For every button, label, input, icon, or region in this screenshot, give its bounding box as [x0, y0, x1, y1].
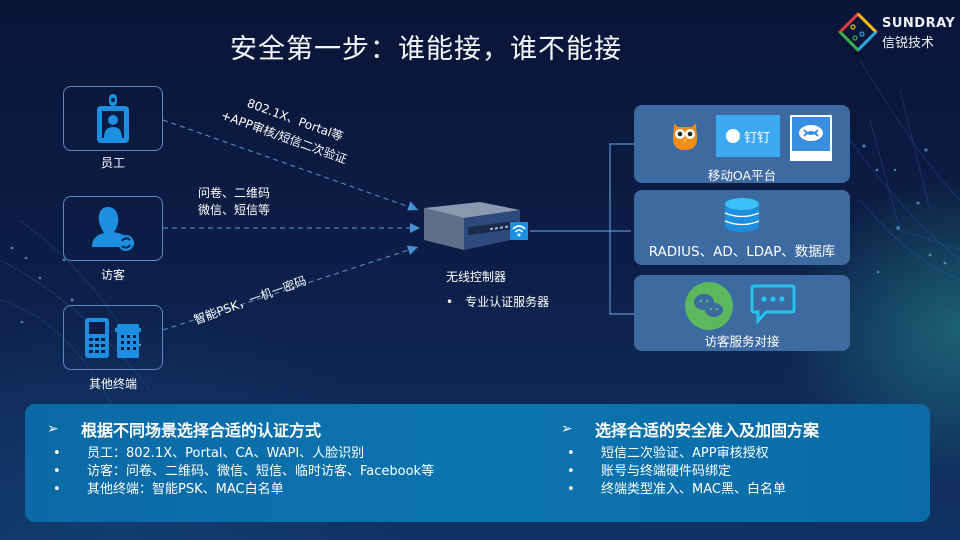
controller-bullet-text: 专业认证服务器	[465, 295, 550, 309]
other-terminal-endpoint-box	[63, 305, 163, 370]
visitor-flow-label-2: 微信、短信等	[198, 203, 271, 217]
controller-title: 无线控制器	[446, 270, 507, 284]
sundray-logo: SUNDRAY 信锐技术	[838, 10, 958, 52]
auth-server-label: RADIUS、AD、LDAP、数据库	[648, 244, 836, 260]
summary-left-heading: ➢ 根据不同场景选择合适的认证方式	[47, 418, 434, 440]
arrow-bullet-icon: ➢	[47, 421, 59, 437]
summary-left-heading-text: 根据不同场景选择合适的认证方式	[81, 421, 322, 440]
brand-name: SUNDRAY	[882, 16, 956, 31]
controller-bullet: • 专业认证服务器	[446, 293, 549, 310]
other-flow-label: 智能PSK，一机一密码	[192, 273, 309, 328]
visitor-service-label: 访客服务对接	[704, 334, 780, 349]
other-terminal-label: 其他终端	[88, 377, 137, 391]
visitor-flow-label-1: 问卷、二维码	[198, 186, 271, 200]
database-icon	[724, 198, 760, 232]
summary-right-heading-text: 选择合适的安全准入及加固方案	[595, 421, 820, 440]
employee-label: 员工	[100, 156, 125, 170]
list-item: • 访客：问卷、二维码、微信、短信、临时访客、Facebook等	[53, 464, 435, 479]
wecom-icon	[790, 115, 832, 161]
list-item: • 短信二次验证、APP审核授权	[567, 446, 769, 461]
list-item: • 终端类型准入、MAC黑、白名单	[567, 482, 786, 497]
chat-bubble-icon	[750, 284, 796, 325]
list-item: • 账号与终端硬件码绑定	[567, 464, 732, 479]
summary-right-list: • 短信二次验证、APP审核授权 • 账号与终端硬件码绑定 • 终端类型准入、MAC黑…	[561, 445, 819, 499]
mobile-oa-label: 移动OA平台	[707, 168, 777, 183]
summary-left-list: • 员工：802.1X、Portal、CA、WAPI、人脸识别 • 访客：问卷、二维…	[47, 445, 434, 499]
visitor-icon	[92, 206, 134, 251]
brand-name-cn: 信锐技术	[882, 36, 935, 51]
owl-app-icon	[673, 123, 697, 150]
list-item: • 其他终端：智能PSK、MAC白名单	[53, 482, 284, 497]
wifi-icon	[510, 222, 528, 240]
list-item: • 员工：802.1X、Portal、CA、WAPI、人脸识别	[53, 446, 365, 461]
visitor-endpoint-box	[63, 196, 163, 261]
summary-box: ➢ 根据不同场景选择合适的认证方式 • 员工：802.1X、Portal、CA、W…	[25, 404, 930, 522]
summary-left-column: ➢ 根据不同场景选择合适的认证方式 • 员工：802.1X、Portal、CA、W…	[47, 418, 434, 499]
employee-badge-icon	[97, 93, 129, 143]
slide-title: 安全第一步：谁能接，谁不能接	[230, 34, 622, 65]
summary-right-heading: ➢ 选择合适的安全准入及加固方案	[561, 418, 819, 440]
summary-right-column: ➢ 选择合适的安全准入及加固方案 • 短信二次验证、APP审核授权 • 账号与终端硬…	[561, 418, 819, 499]
wireless-controller-device	[424, 202, 528, 250]
visitor-label: 访客	[100, 268, 125, 282]
bullet-dot: •	[446, 295, 454, 309]
sundray-logo-icon	[838, 12, 878, 52]
wechat-icon	[685, 282, 733, 330]
dingtalk-text: 钉钉	[743, 130, 770, 146]
visitor-service-panel: 访客服务对接	[634, 275, 850, 351]
dingtalk-icon: 钉钉	[716, 115, 780, 157]
arrow-bullet-icon: ➢	[561, 421, 573, 437]
terminal-devices-icon	[85, 317, 141, 358]
mobile-oa-panel: 钉钉 移动OA平台	[634, 105, 850, 183]
auth-server-panel: RADIUS、AD、LDAP、数据库	[634, 190, 850, 265]
employee-endpoint-box	[63, 86, 163, 151]
